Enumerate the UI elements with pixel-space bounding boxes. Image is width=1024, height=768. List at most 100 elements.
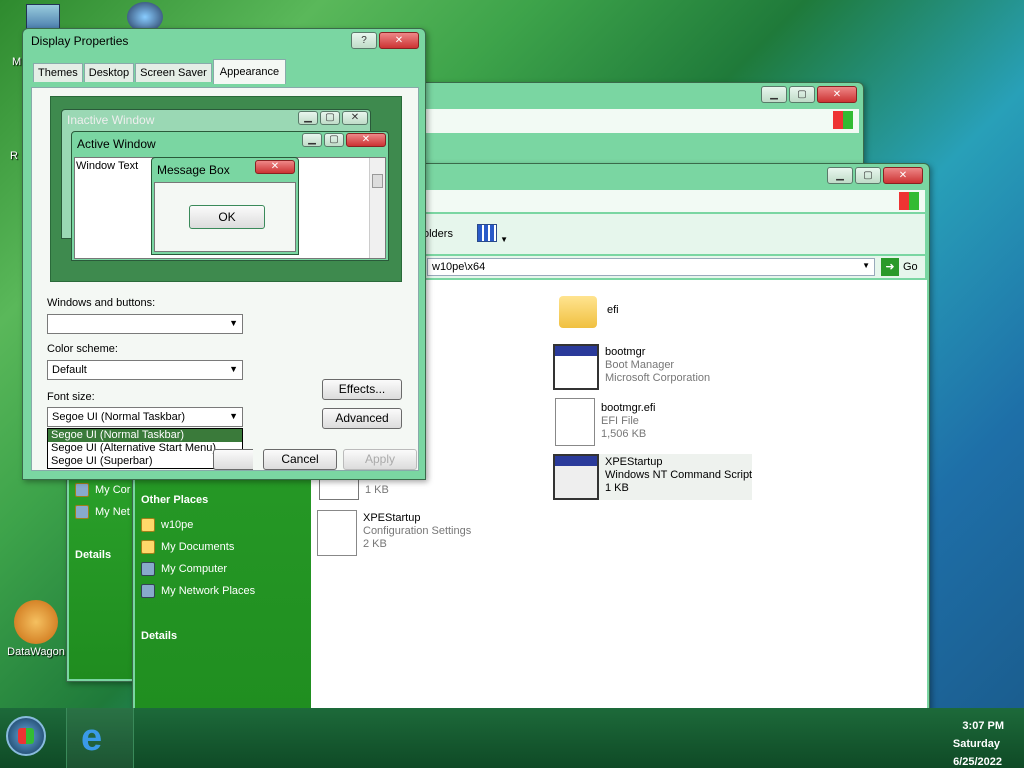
select-value: Segoe UI (Normal Taskbar) (52, 411, 186, 423)
file-name: efi (607, 304, 619, 316)
tab-screen-saver[interactable]: Screen Saver (135, 63, 212, 82)
color-scheme-label: Color scheme: (47, 343, 118, 355)
desktop-icon-datawagon[interactable]: DataWagon (0, 600, 72, 658)
address-input[interactable]: w10pe\x64 ▼ (427, 258, 875, 276)
font-size-select[interactable]: Segoe UI (Normal Taskbar) ▼ (47, 407, 243, 427)
ok-button[interactable] (213, 449, 253, 470)
sidebar-link-my-computer[interactable]: My Computer (135, 558, 311, 580)
window-controls: ▁ ▢ ✕ (827, 167, 923, 184)
sidebar-link-my-documents[interactable]: My Documents (135, 536, 311, 558)
minimize-icon: ▁ (298, 111, 318, 125)
display-properties-dialog[interactable]: Display Properties ? ✕ Themes Desktop Sc… (22, 28, 426, 480)
sidebar-link-label: My Cor (95, 484, 131, 496)
quick-launch: e (66, 708, 134, 768)
dropdown-option[interactable]: Segoe UI (Normal Taskbar) (48, 429, 242, 442)
minimize-button[interactable]: ▁ (827, 167, 853, 184)
computer-icon (141, 562, 155, 576)
chevron-down-icon: ▼ (229, 318, 238, 328)
clock-date: 6/25/2022 (953, 756, 1002, 768)
maximize-icon: ▢ (320, 111, 340, 125)
taskbar: e 3:07 PM Saturday 6/25/2022 (0, 708, 1024, 768)
file-size: 2 KB (363, 538, 387, 550)
window-controls: ? ✕ (351, 32, 419, 49)
start-button[interactable] (6, 716, 46, 756)
file-item[interactable]: XPEStartup Configuration Settings 2 KB (317, 510, 471, 556)
file-size: 1 KB (365, 484, 389, 496)
script-icon (553, 454, 599, 500)
tab-themes[interactable]: Themes (33, 63, 83, 82)
efi-file-icon (555, 398, 595, 446)
application-icon (553, 344, 599, 390)
cancel-button[interactable]: Cancel (263, 449, 337, 470)
maximize-button[interactable]: ▢ (855, 167, 881, 184)
font-size-label: Font size: (47, 391, 95, 403)
file-name: XPEStartup (605, 456, 663, 468)
minimize-button[interactable]: ▁ (761, 86, 787, 103)
other-places-header[interactable]: Other Places (141, 494, 311, 506)
ok-button: OK (189, 205, 265, 229)
go-button[interactable]: ➜ Go (881, 258, 918, 276)
preview-scrollbar (369, 158, 385, 258)
sidebar-link-label: My Computer (161, 563, 228, 575)
effects-button[interactable]: Effects... (322, 379, 402, 400)
advanced-button[interactable]: Advanced (322, 408, 402, 429)
sidebar-link-my-network-places[interactable]: My Network Places (135, 580, 311, 602)
message-box-body: OK (154, 182, 296, 252)
file-item[interactable]: bootmgr Boot Manager Microsoft Corporati… (553, 344, 710, 390)
go-arrow-icon: ➜ (881, 258, 899, 276)
close-button[interactable]: ✕ (379, 32, 419, 49)
chevron-down-icon: ▼ (229, 411, 238, 421)
clock-day: Saturday (952, 738, 1000, 750)
color-scheme-select[interactable]: Default ▼ (47, 360, 243, 380)
windows-logo-icon (18, 728, 34, 744)
preview-message-box: Message Box ✕ OK (151, 157, 299, 255)
window-controls: ▁ ▢ ✕ (302, 133, 386, 147)
network-icon (141, 584, 155, 598)
desktop-icon-recycle[interactable]: R (4, 150, 24, 162)
apply-button[interactable]: Apply (343, 449, 417, 470)
windows-logo-icon (833, 111, 853, 129)
config-icon (317, 510, 357, 556)
file-name: XPEStartup (363, 512, 421, 524)
close-icon: ✕ (255, 160, 295, 174)
windows-buttons-label: Windows and buttons: (47, 297, 156, 309)
chevron-down-icon: ▼ (500, 235, 508, 244)
tab-appearance[interactable]: Appearance (212, 59, 287, 84)
sidebar-link-w10pe[interactable]: w10pe (135, 514, 311, 536)
internet-explorer-icon[interactable]: e (81, 718, 102, 758)
address-text: w10pe\x64 (432, 261, 486, 273)
windows-logo-icon (899, 192, 919, 210)
close-button[interactable]: ✕ (817, 86, 857, 103)
chevron-down-icon: ▼ (229, 364, 238, 374)
computer-icon (75, 483, 89, 497)
tab-desktop[interactable]: Desktop (83, 63, 135, 82)
desktop-icon-label: M (12, 56, 22, 68)
file-type: EFI File (601, 415, 639, 427)
sidebar-link-label: My Net (95, 506, 130, 518)
file-item[interactable]: efi (555, 290, 619, 334)
tab-panel: Inactive Window ▁ ▢ ✕ Active Window ▁ ▢ … (31, 87, 419, 471)
folder-icon (141, 518, 155, 532)
file-item-selected[interactable]: XPEStartup Windows NT Command Script 1 K… (553, 454, 753, 500)
file-company: Microsoft Corporation (605, 372, 711, 384)
details-header[interactable]: Details (141, 630, 311, 642)
system-tray: 3:07 PM Saturday 6/25/2022 (928, 714, 1018, 768)
desktop-icon-label: DataWagon (7, 646, 65, 658)
views-button[interactable]: ▼ (477, 224, 509, 244)
clock-time[interactable]: 3:07 PM (962, 720, 1004, 732)
file-size: 1 KB (605, 482, 629, 494)
close-icon: ✕ (346, 133, 386, 147)
folders-button[interactable]: olders (423, 228, 453, 240)
datawagon-icon (14, 600, 58, 644)
close-button[interactable]: ✕ (883, 167, 923, 184)
windows-buttons-select[interactable]: ▼ (47, 314, 243, 334)
help-button[interactable]: ? (351, 32, 377, 49)
maximize-button[interactable]: ▢ (789, 86, 815, 103)
file-item[interactable]: bootmgr.efi EFI File 1,506 KB (555, 398, 655, 446)
file-type: Boot Manager (605, 359, 675, 371)
file-name: bootmgr (605, 346, 646, 358)
window-controls: ▁ ▢ ✕ (761, 86, 857, 103)
network-icon (75, 505, 89, 519)
chevron-down-icon[interactable]: ▼ (862, 261, 870, 270)
window-controls: ▁ ▢ ✕ (298, 111, 368, 125)
